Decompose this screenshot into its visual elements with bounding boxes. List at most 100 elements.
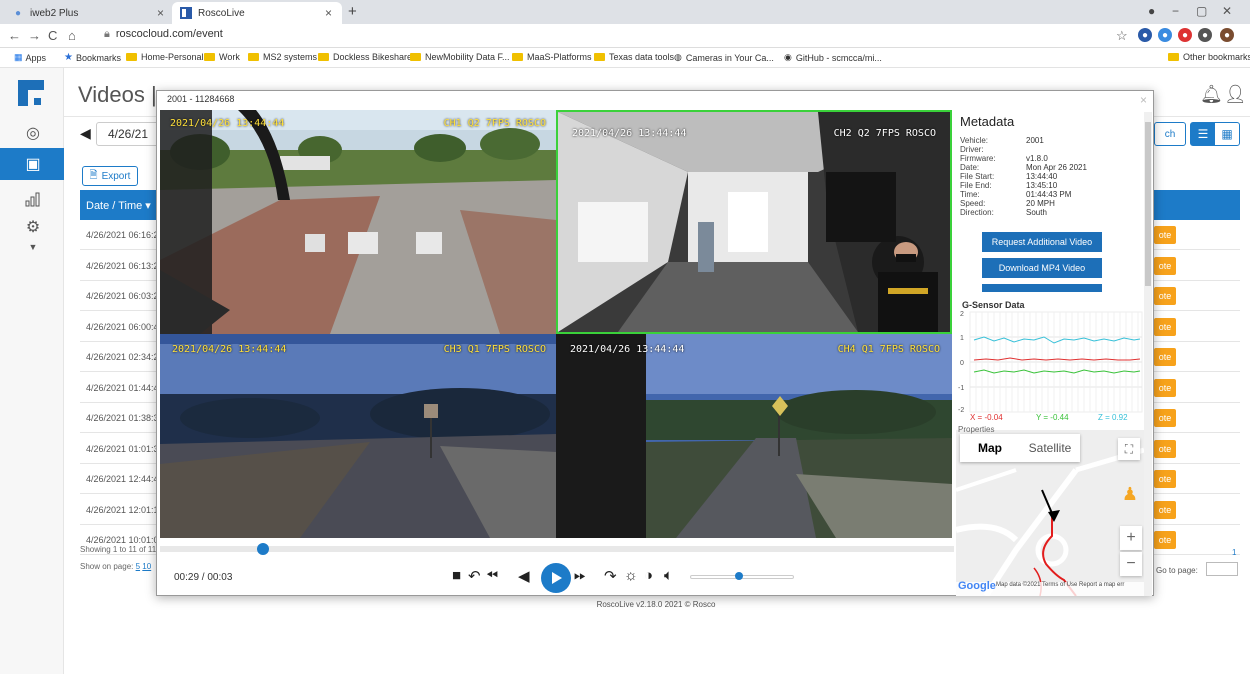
browser-tab-roscolive[interactable]: RoscoLive ×: [172, 2, 342, 24]
table-header-datetime[interactable]: Date / Time ▾: [80, 190, 160, 220]
page-number[interactable]: 1: [1232, 548, 1236, 557]
new-tab-icon[interactable]: +: [348, 3, 357, 20]
note-button[interactable]: ote: [1154, 317, 1176, 336]
list-view-icon[interactable]: ☰: [1191, 123, 1215, 145]
table-row-actions: ote: [1154, 434, 1240, 464]
table-row[interactable]: 4/26/2021 01:44:4: [80, 373, 160, 403]
profile-dot-icon[interactable]: ●: [1148, 4, 1155, 18]
fast-forward-icon[interactable]: ⏩︎: [574, 567, 586, 584]
table-row[interactable]: 4/26/2021 12:44:4: [80, 464, 160, 494]
table-row[interactable]: 4/26/2021 06:00:4: [80, 312, 160, 342]
note-button[interactable]: ote: [1154, 256, 1176, 275]
note-button[interactable]: ote: [1154, 287, 1176, 305]
bookmark-other[interactable]: Other bookmarks: [1168, 52, 1250, 62]
window-close-icon[interactable]: ✕: [1222, 4, 1232, 18]
date-picker[interactable]: 4/26/21: [96, 122, 160, 146]
note-button[interactable]: ote: [1154, 439, 1176, 458]
table-row[interactable]: 4/26/2021 06:03:2: [80, 281, 160, 311]
camera-tile-ch4[interactable]: 2021/04/26 13:44:44 CH4 Q1 7FPS ROSCO: [556, 334, 952, 538]
home-icon[interactable]: ⌂: [68, 28, 76, 43]
table-row[interactable]: 4/26/2021 01:38:3: [80, 403, 160, 433]
fullscreen-icon[interactable]: ⛶: [1118, 438, 1140, 460]
reload-icon[interactable]: C: [48, 28, 57, 43]
bookmark-texas[interactable]: Texas data tools: [594, 52, 674, 62]
bookmark-github[interactable]: ◉ GitHub - scmcca/mi...: [784, 52, 882, 63]
note-button[interactable]: ote: [1154, 500, 1176, 519]
camera-tile-ch3[interactable]: 2021/04/26 13:44:44 CH3 Q1 7FPS ROSCO: [160, 334, 556, 538]
bookmark-maas[interactable]: MaaS-Platforms: [512, 52, 592, 62]
volume-icon[interactable]: 🔈︎: [664, 567, 673, 584]
table-row[interactable]: 4/26/2021 06:13:2: [80, 251, 160, 281]
note-button[interactable]: ote: [1154, 226, 1176, 244]
forward-icon[interactable]: →: [28, 28, 41, 43]
bookmark-newmobility[interactable]: NewMobility Data F...: [410, 52, 510, 62]
prev-date-icon[interactable]: ◀: [80, 125, 91, 142]
close-icon[interactable]: ×: [157, 6, 164, 20]
bookmark-home-personal[interactable]: Home-Personal: [126, 52, 204, 62]
maximize-icon[interactable]: ▢: [1196, 4, 1207, 18]
zoom-out-icon[interactable]: −: [1120, 552, 1142, 576]
rewind-icon[interactable]: ◀: [518, 567, 530, 585]
close-icon[interactable]: ×: [325, 6, 332, 20]
rewind-fast-icon[interactable]: ⏪︎: [486, 567, 498, 584]
avatar[interactable]: ●: [1220, 28, 1234, 42]
bell-icon[interactable]: 🔔︎: [1200, 84, 1223, 105]
close-icon[interactable]: ×: [1140, 93, 1147, 107]
download-mp4-button[interactable]: Download MP4 Video: [982, 258, 1102, 278]
play-button[interactable]: [541, 563, 571, 593]
bookmark-cameras[interactable]: ◍ Cameras in Your Ca...: [674, 52, 774, 63]
map-panel[interactable]: Map Satellite ⛶ ♟ + − Map data ©2021 Ter…: [956, 430, 1144, 596]
browser-tab-iweb2[interactable]: ● iweb2 Plus ×: [4, 2, 174, 24]
table-row[interactable]: 4/26/2021 01:01:3: [80, 434, 160, 464]
table-row[interactable]: 4/26/2021 06:16:2: [80, 220, 160, 250]
note-button[interactable]: ote: [1154, 378, 1176, 397]
extension-icon[interactable]: ●: [1158, 28, 1172, 42]
note-button[interactable]: ote: [1154, 531, 1176, 549]
table-row[interactable]: 4/26/2021 12:01:1: [80, 495, 160, 525]
grid-view-icon[interactable]: ▦: [1215, 123, 1239, 145]
bookmark-work[interactable]: Work: [204, 52, 240, 62]
chevron-down-icon[interactable]: ▼: [22, 236, 44, 258]
extension-icon[interactable]: ●: [1138, 28, 1152, 42]
extension-icon[interactable]: ●: [1178, 28, 1192, 42]
bookmarks-bar: ▦ Apps ★ Bookmarks Home-Personal Work MS2 …: [0, 48, 1250, 68]
contrast-icon[interactable]: ◑: [644, 567, 653, 584]
table-row[interactable]: 4/26/2021 02:34:2: [80, 342, 160, 372]
zoom-in-icon[interactable]: +: [1120, 526, 1142, 550]
gear-icon[interactable]: ⚙: [22, 216, 44, 238]
map-tab-map[interactable]: Map: [960, 434, 1020, 462]
camera-tile-ch1[interactable]: 2021/04/26 13:44:44 CH1 Q2 7FPS ROSCO: [160, 110, 556, 334]
download-button-partial[interactable]: [982, 284, 1102, 292]
stop-icon[interactable]: ■: [452, 567, 461, 584]
bookmark-dockless[interactable]: Dockless Bikeshare: [318, 52, 412, 62]
note-button[interactable]: ote: [1154, 409, 1176, 427]
note-button[interactable]: ote: [1154, 470, 1176, 488]
location-pin-icon[interactable]: ◎: [22, 122, 44, 144]
page-size-5[interactable]: 5: [136, 562, 140, 571]
back-icon[interactable]: ←: [8, 28, 21, 43]
page-size-10[interactable]: 10: [142, 562, 151, 571]
bookmark-star-icon[interactable]: ☆: [1116, 28, 1128, 44]
brightness-icon[interactable]: ☼: [624, 567, 638, 584]
camera-tile-ch2[interactable]: 2021/04/26 13:44:44 CH2 Q2 7FPS ROSCO: [556, 110, 952, 334]
url-field[interactable]: 🔒︎ roscocloud.com/event: [104, 28, 223, 41]
export-button[interactable]: 🗎︎ Export: [82, 166, 138, 186]
map-tab-satellite[interactable]: Satellite: [1020, 434, 1080, 462]
video-scrubber[interactable]: [160, 546, 954, 552]
bookmark-ms2[interactable]: MS2 systems: [248, 52, 317, 62]
extension-icon[interactable]: ●: [1198, 28, 1212, 42]
scrollbar-thumb[interactable]: [1145, 122, 1151, 286]
request-additional-video-button[interactable]: Request Additional Video: [982, 232, 1102, 252]
go-to-page-input[interactable]: [1206, 562, 1238, 576]
bookmark-bookmarks[interactable]: ★ Bookmarks: [64, 52, 121, 63]
minimize-icon[interactable]: −: [1172, 4, 1179, 18]
bookmark-apps[interactable]: ▦ Apps: [14, 52, 46, 63]
user-icon[interactable]: 👤︎: [1224, 84, 1247, 105]
search-button[interactable]: ch: [1154, 122, 1186, 146]
step-back-icon[interactable]: ↶: [468, 567, 481, 585]
step-forward-icon[interactable]: ↷: [604, 567, 617, 585]
bar-chart-icon[interactable]: [22, 188, 44, 210]
pegman-icon[interactable]: ♟: [1120, 482, 1140, 506]
note-button[interactable]: ote: [1154, 348, 1176, 366]
volume-handle[interactable]: [734, 572, 743, 580]
